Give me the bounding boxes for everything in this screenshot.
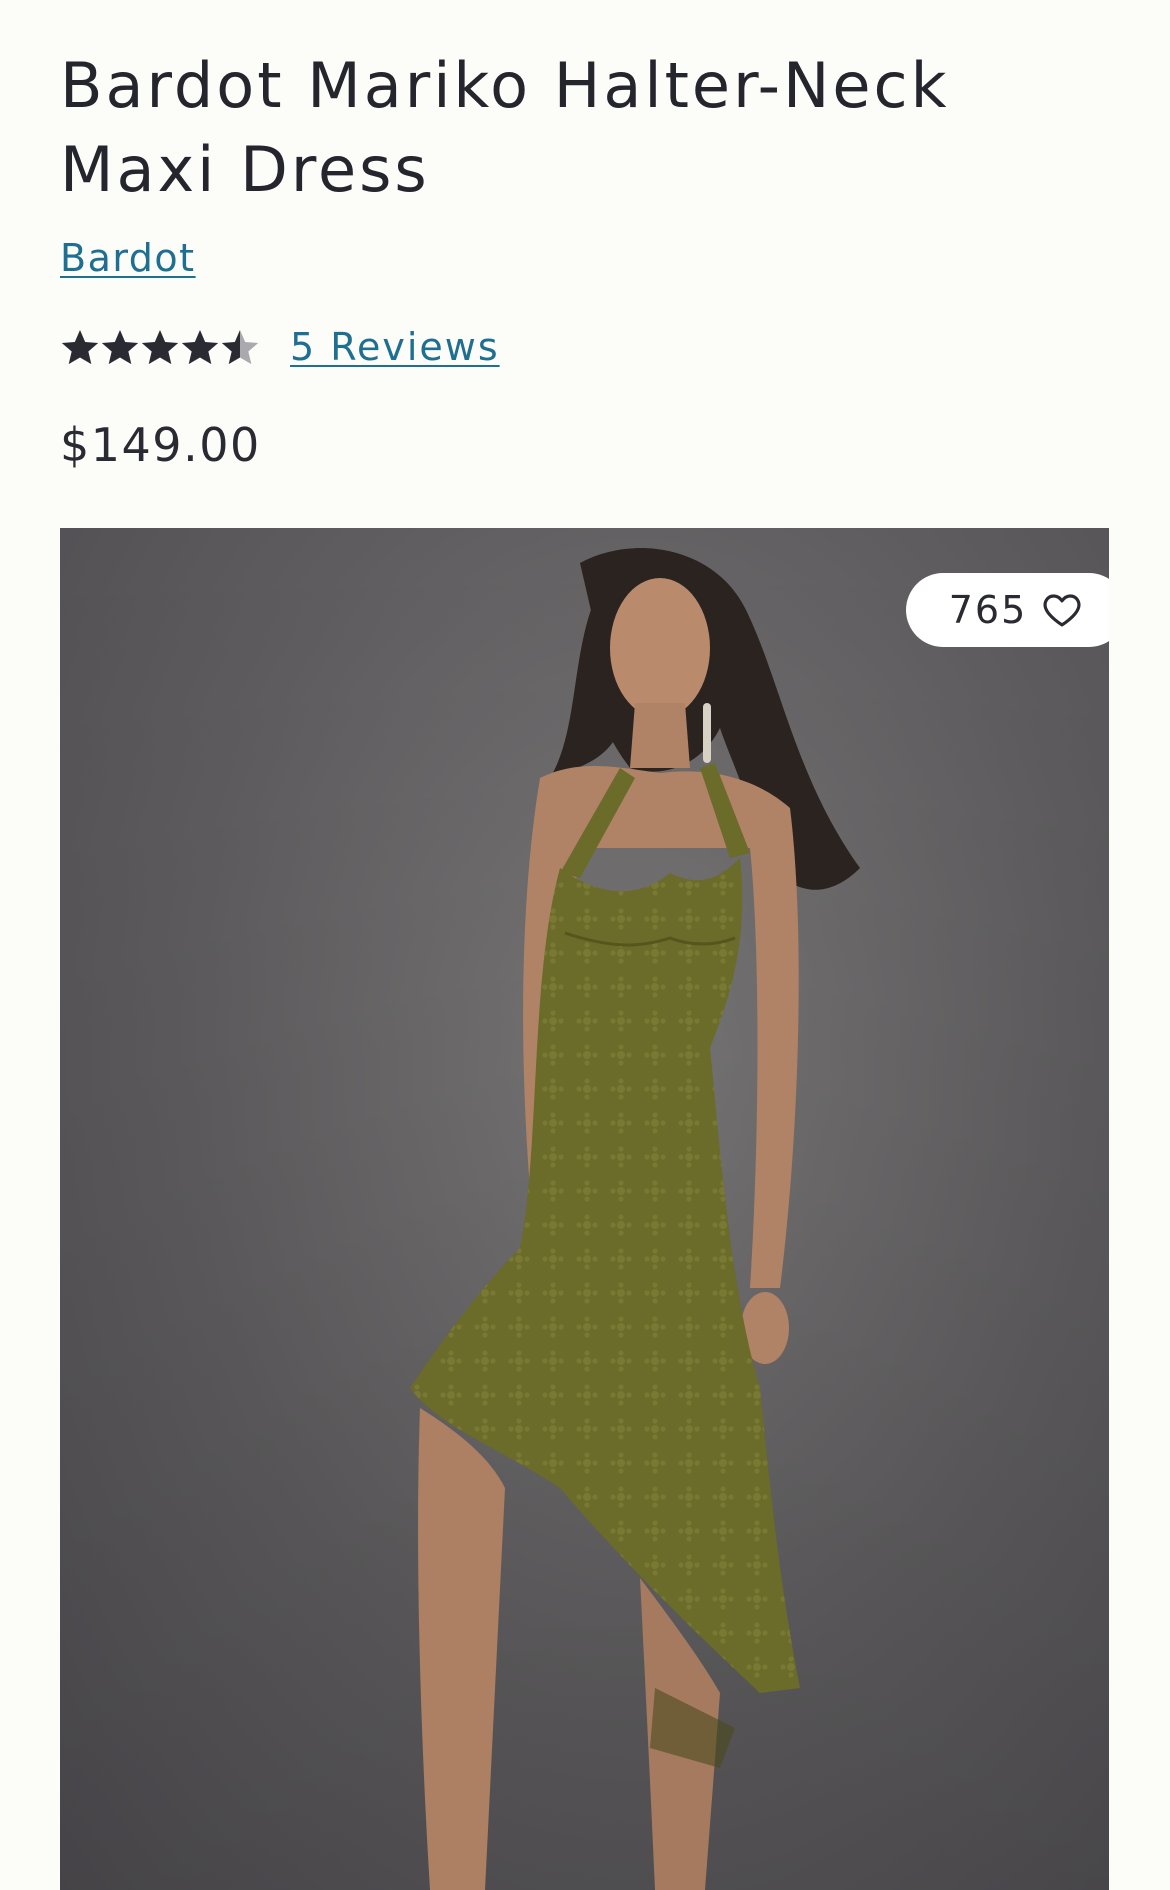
- product-title: Bardot Mariko Halter-Neck Maxi Dress: [60, 44, 1060, 212]
- heart-icon: [1043, 594, 1081, 627]
- star-icon: [181, 330, 219, 365]
- star-half-icon: [221, 330, 259, 365]
- star-icon: [61, 330, 99, 365]
- rating-row: 5 Reviews: [60, 322, 500, 372]
- product-title-line-2: Maxi Dress: [60, 133, 430, 206]
- star-rating: [60, 327, 260, 367]
- product-title-line-1: Bardot Mariko Halter-Neck: [60, 49, 950, 122]
- like-count: 765: [948, 588, 1028, 632]
- star-icon: [141, 330, 179, 365]
- like-button[interactable]: 765: [906, 573, 1109, 647]
- model-photo: [60, 528, 1109, 1890]
- brand-link[interactable]: Bardot: [60, 236, 196, 280]
- reviews-link[interactable]: 5 Reviews: [290, 325, 500, 369]
- star-icon: [101, 330, 139, 365]
- product-price: $149.00: [60, 418, 261, 472]
- product-image[interactable]: 765: [60, 528, 1109, 1890]
